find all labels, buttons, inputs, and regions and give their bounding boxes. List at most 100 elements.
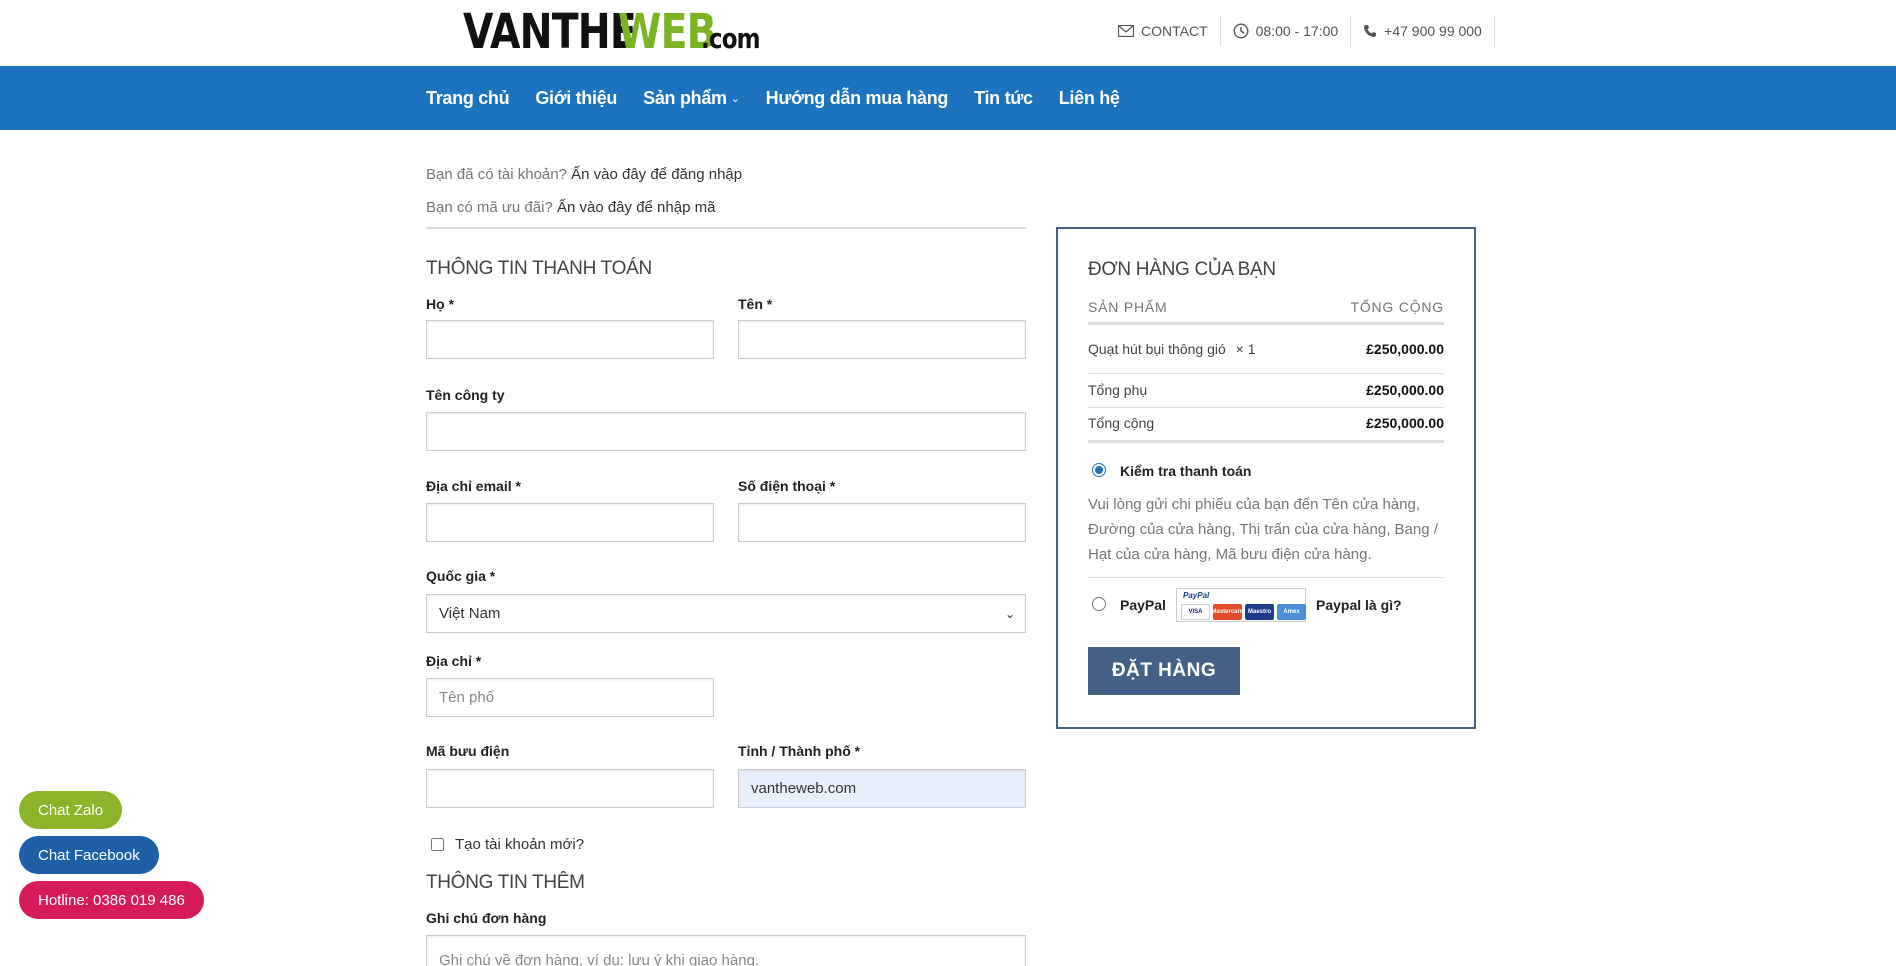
total-row: Tổng cộng £250,000.00 <box>1088 415 1444 431</box>
last-name-field[interactable] <box>426 320 714 359</box>
hotline-button[interactable]: Hotline: 0386 019 486 <box>19 881 204 919</box>
billing-title: THÔNG TIN THANH TOÁN <box>426 258 652 279</box>
nav-item-home[interactable]: Trang chủ <box>426 88 510 109</box>
nav-item-contact[interactable]: Liên hệ <box>1059 88 1120 109</box>
logo-part-vanthe: VANTHE <box>463 4 637 60</box>
coupon-link[interactable]: Ấn vào đây để nhập mã <box>557 199 715 216</box>
hours-text: 08:00 - 17:00 <box>1255 23 1339 39</box>
phone-label-text: Số điện thoại <box>738 478 826 494</box>
paypal-logo-text: PayPal <box>1183 591 1210 600</box>
nav-item-guide[interactable]: Hướng dẫn mua hàng <box>766 88 949 109</box>
order-item-row: Quạt hút bụi thông gió × 1 £250,000.00 <box>1088 341 1444 357</box>
create-account-label[interactable]: Tạo tài khoản mới? <box>455 836 584 853</box>
login-notice-text: Bạn đã có tài khoản? <box>426 166 567 183</box>
place-order-button[interactable]: ĐẶT HÀNG <box>1088 647 1240 695</box>
email-field[interactable] <box>426 503 714 542</box>
chevron-down-icon: ⌄ <box>1004 607 1015 621</box>
cheque-description: Vui lòng gửi chi phiếu của bạn đến Tên c… <box>1088 496 1438 563</box>
first-name-label: Tên * <box>738 296 772 312</box>
phone-link[interactable]: +47 900 99 000 <box>1351 16 1495 46</box>
country-label: Quốc gia * <box>426 568 495 584</box>
city-field[interactable]: vantheweb.com <box>738 769 1026 808</box>
nav-item-products-label: Sản phẩm <box>643 87 727 108</box>
payment-cheque-radio[interactable] <box>1092 463 1106 477</box>
first-name-label-text: Tên <box>738 296 763 312</box>
country-select[interactable]: Việt Nam ⌄ <box>426 594 1026 633</box>
chat-facebook-button[interactable]: Chat Facebook <box>19 836 159 874</box>
company-field[interactable] <box>426 412 1026 451</box>
required-mark: * <box>489 568 496 584</box>
row-divider <box>1088 373 1444 374</box>
last-name-label: Họ * <box>426 296 454 312</box>
company-label: Tên công ty <box>426 387 505 403</box>
order-table-header: SẢN PHẨM TỔNG CỘNG <box>1088 299 1444 325</box>
payment-cheque-label[interactable]: Kiểm tra thanh toán <box>1120 463 1251 479</box>
address-field[interactable]: Tên phố <box>426 678 714 717</box>
country-select-value: Việt Nam <box>439 605 501 622</box>
order-summary: ĐƠN HÀNG CỦA BẠN SẢN PHẨM TỔNG CỘNG Quạt… <box>1056 227 1476 729</box>
payment-paypal-label[interactable]: PayPal <box>1120 597 1166 613</box>
logo-part-com: .com <box>701 22 761 55</box>
chat-zalo-button[interactable]: Chat Zalo <box>19 791 123 829</box>
row-divider <box>1088 407 1444 408</box>
amex-card-icon: Amex <box>1277 604 1306 620</box>
email-label-text: Địa chỉ email <box>426 478 512 494</box>
mastercard-icon: Mastercard <box>1212 604 1244 620</box>
order-notes-placeholder: Ghi chú về đơn hàng, ví dụ: lưu ý khi gi… <box>439 952 760 966</box>
country-label-text: Quốc gia <box>426 568 486 584</box>
envelope-icon <box>1118 25 1134 37</box>
total-value: £250,000.00 <box>1366 415 1444 431</box>
phone-field[interactable] <box>738 503 1026 542</box>
payment-paypal-radio[interactable] <box>1092 597 1106 611</box>
additional-info-title: THÔNG TIN THÊM <box>426 872 585 893</box>
login-link[interactable]: Ấn vào đây để đăng nhập <box>571 166 742 183</box>
order-notes-label: Ghi chú đơn hàng <box>426 910 547 926</box>
required-mark: * <box>854 743 861 759</box>
clock-icon <box>1233 23 1249 39</box>
coupon-notice-text: Bạn có mã ưu đãi? <box>426 199 553 216</box>
last-name-label-text: Họ <box>426 296 445 312</box>
header-contact: CONTACT 08:00 - 17:00 +47 900 99 000 <box>1118 16 1495 46</box>
total-label: Tổng cộng <box>1088 415 1155 431</box>
order-notes-field[interactable]: Ghi chú về đơn hàng, ví dụ: lưu ý khi gi… <box>426 935 1026 966</box>
city-label-text: Tỉnh / Thành phố <box>738 743 851 759</box>
phone-icon <box>1364 25 1377 37</box>
divider <box>426 227 1026 229</box>
city-label: Tỉnh / Thành phố * <box>738 743 860 759</box>
nav-item-news[interactable]: Tin tức <box>974 88 1033 109</box>
subtotal-value: £250,000.00 <box>1366 382 1444 398</box>
login-notice: Bạn đã có tài khoản? Ấn vào đây để đăng … <box>426 166 742 183</box>
row-divider <box>1088 577 1444 578</box>
order-title: ĐƠN HÀNG CỦA BẠN <box>1088 259 1276 280</box>
total-divider <box>1088 440 1444 443</box>
address-label-text: Địa chỉ <box>426 653 472 669</box>
maestro-card-icon: Maestro <box>1245 604 1274 620</box>
paypal-acceptance-logo: PayPal VISA Mastercard Maestro Amex <box>1176 588 1306 622</box>
main-navbar: Trang chủ Giới thiệu Sản phẩm ⌄ Hướng dẫn… <box>0 66 1896 130</box>
phone-label: Số điện thoại * <box>738 478 835 494</box>
phone-text: +47 900 99 000 <box>1384 23 1482 39</box>
email-label: Địa chỉ email * <box>426 478 521 494</box>
contact-link[interactable]: CONTACT <box>1118 16 1221 46</box>
first-name-field[interactable] <box>738 320 1026 359</box>
postcode-field[interactable] <box>426 769 714 808</box>
subtotal-label: Tổng phụ <box>1088 382 1148 398</box>
site-logo[interactable]: VANTHE WEB .com <box>463 6 773 56</box>
city-field-value: vantheweb.com <box>751 780 857 797</box>
nav-item-products[interactable]: Sản phẩm ⌄ <box>643 88 740 109</box>
nav-item-about[interactable]: Giới thiệu <box>535 88 617 109</box>
opening-hours: 08:00 - 17:00 <box>1221 16 1352 46</box>
col-product: SẢN PHẨM <box>1088 299 1168 315</box>
create-account-checkbox[interactable] <box>431 838 444 851</box>
postcode-label: Mã bưu điện <box>426 743 510 759</box>
order-item-qty: × 1 <box>1235 341 1256 357</box>
visa-card-icon: VISA <box>1181 604 1210 620</box>
chevron-down-icon: ⌄ <box>730 92 740 105</box>
required-mark: * <box>829 478 836 494</box>
address-placeholder: Tên phố <box>439 689 495 706</box>
coupon-notice: Bạn có mã ưu đãi? Ấn vào đây để nhập mã <box>426 199 715 216</box>
order-item-price: £250,000.00 <box>1366 341 1444 357</box>
paypal-info-link[interactable]: Paypal là gì? <box>1316 597 1402 613</box>
order-item-name: Quạt hút bụi thông gió <box>1088 341 1226 357</box>
address-label: Địa chỉ * <box>426 653 481 669</box>
